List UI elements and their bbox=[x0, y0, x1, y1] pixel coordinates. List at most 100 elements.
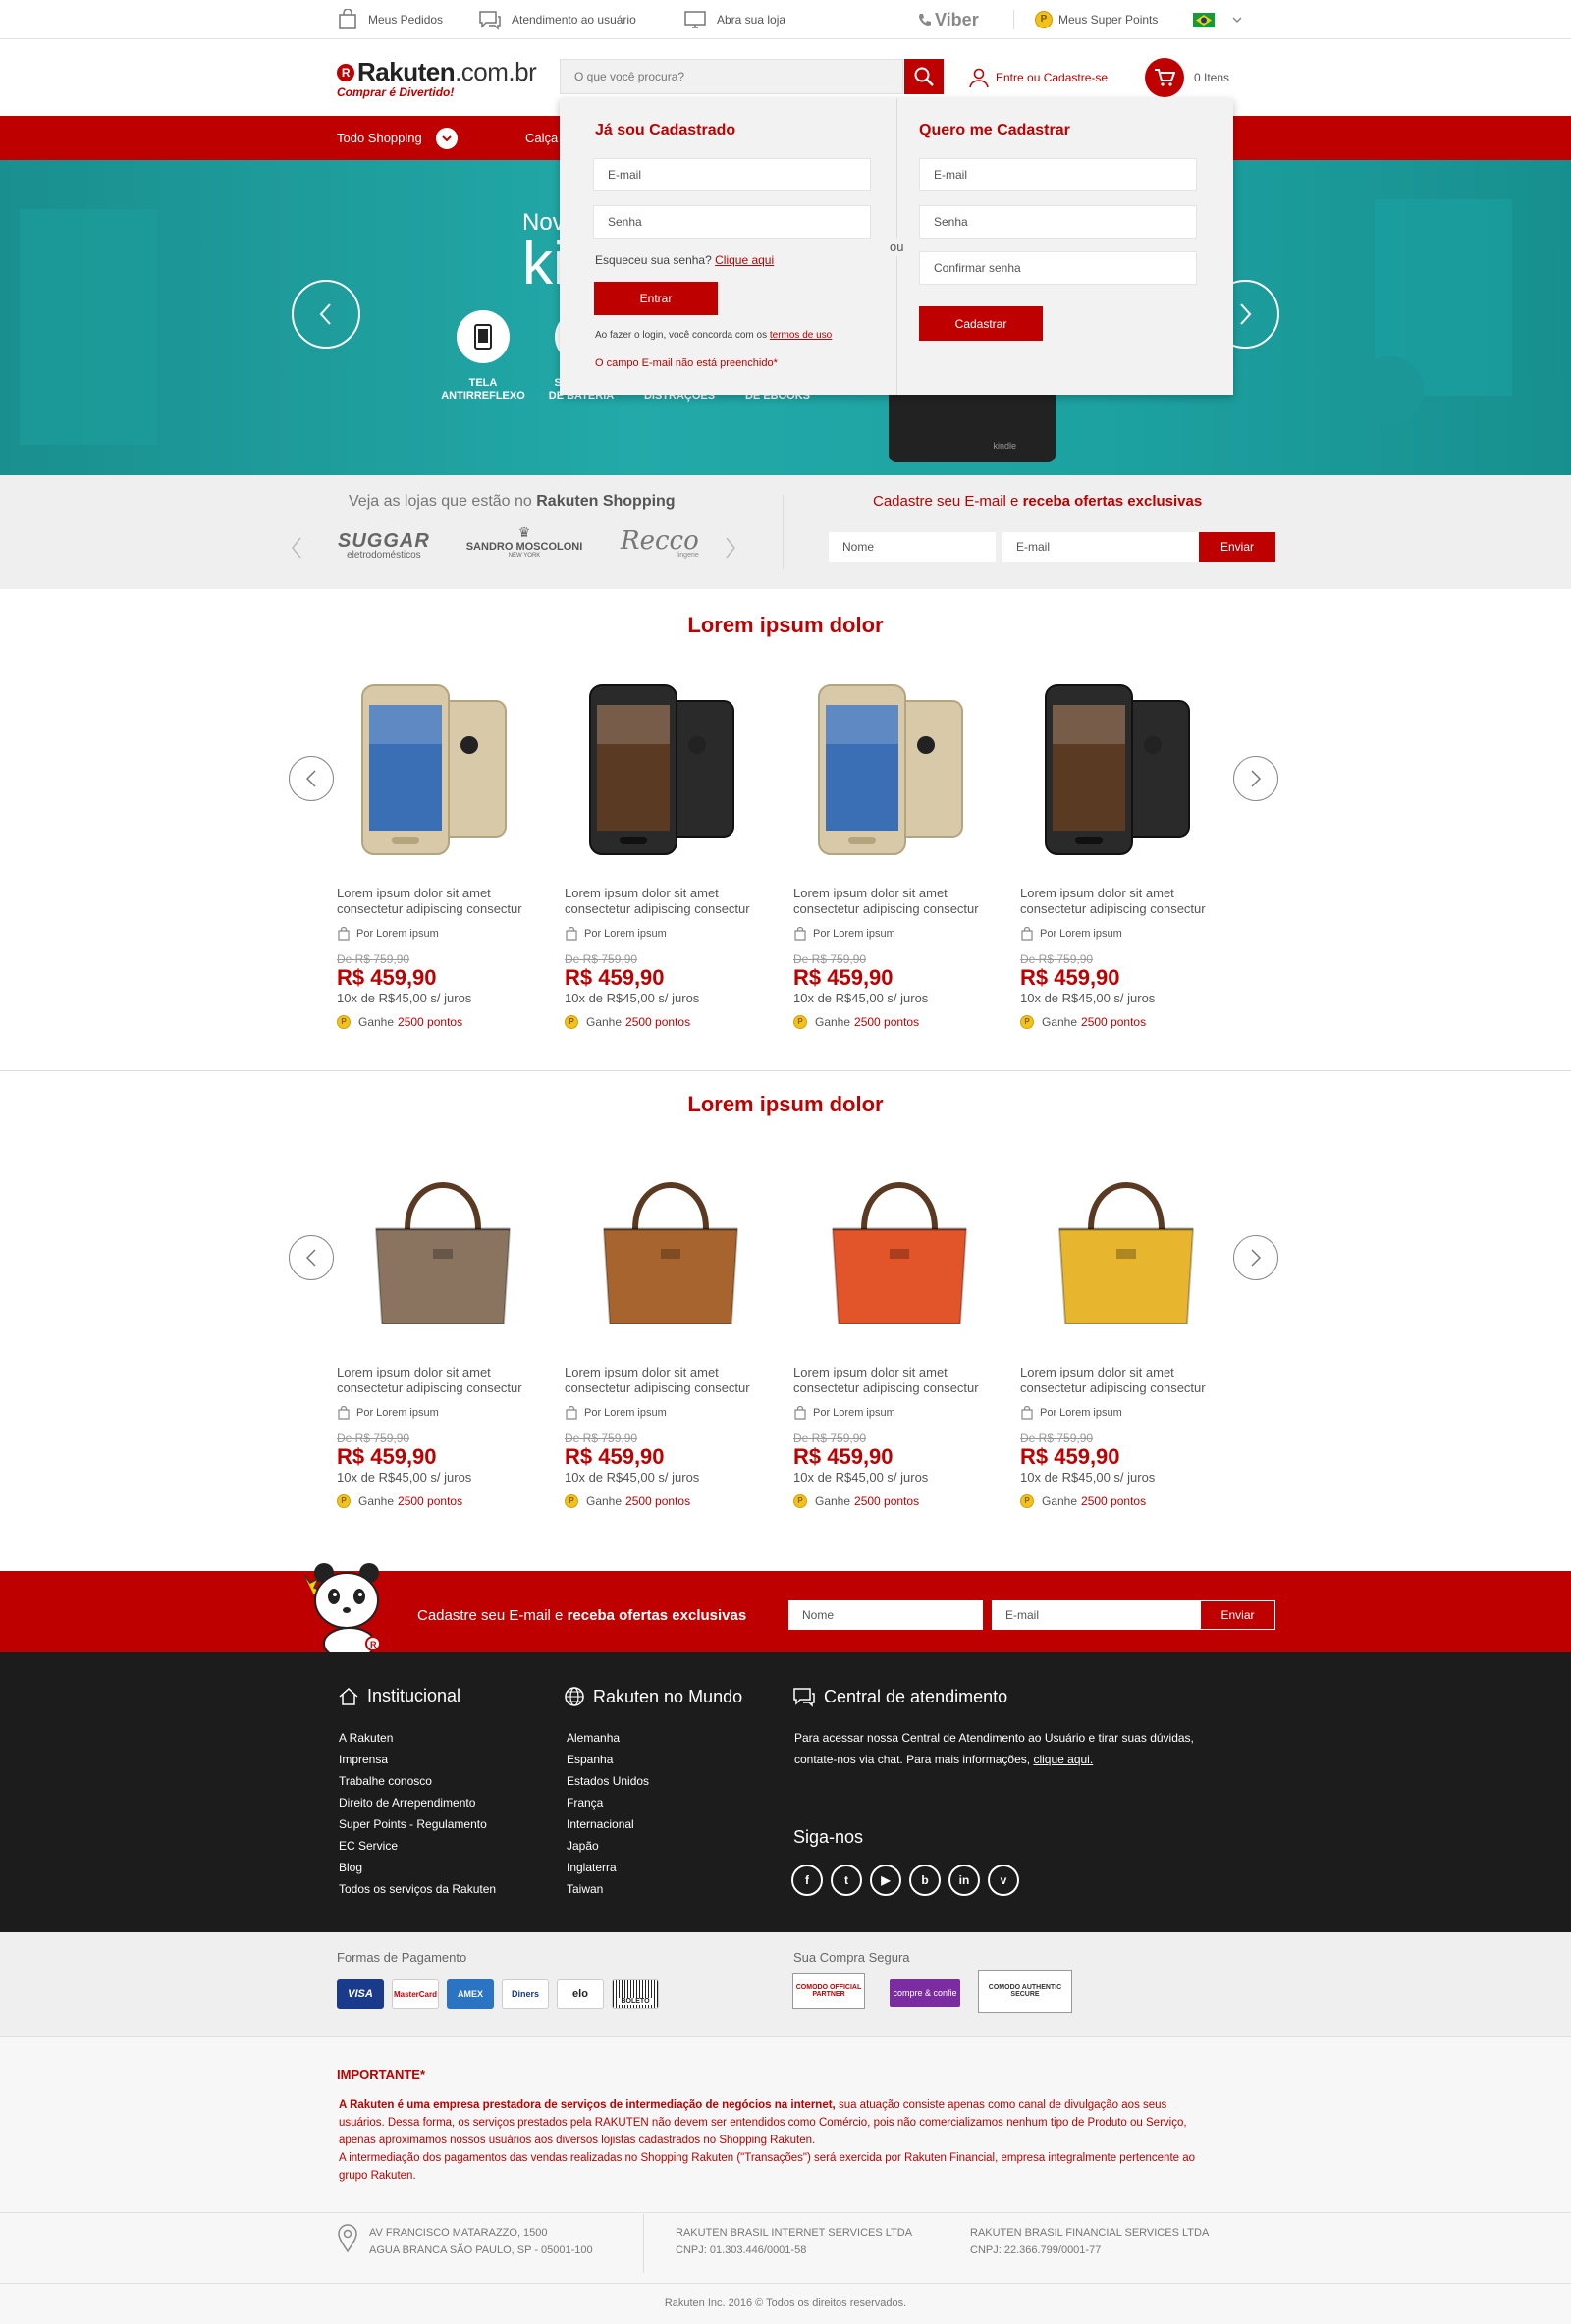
hero-prev-button[interactable] bbox=[292, 280, 360, 349]
footer-institutional-link[interactable]: Trabalhe conosco bbox=[339, 1770, 496, 1792]
login-submit-button[interactable]: Entrar bbox=[594, 282, 718, 315]
product-name-line2[interactable]: consectetur adipiscing consectur bbox=[793, 901, 1005, 917]
brazil-flag-icon bbox=[1193, 12, 1215, 27]
product-name-line2[interactable]: consectetur adipiscing consectur bbox=[565, 901, 777, 917]
product-name-line1[interactable]: Lorem ipsum dolor sit amet bbox=[1020, 1365, 1232, 1380]
comodo-secure-seal[interactable]: COMODO AUTHENTIC SECURE bbox=[978, 1970, 1072, 2013]
product-name-line1[interactable]: Lorem ipsum dolor sit amet bbox=[337, 886, 549, 901]
terms-link[interactable]: termos de uso bbox=[770, 330, 832, 341]
footer-institutional-link[interactable]: Blog bbox=[339, 1857, 496, 1878]
footer-institutional-link[interactable]: EC Service bbox=[339, 1835, 496, 1857]
comodo-partner-seal[interactable]: COMODO OFFICIAL PARTNER bbox=[792, 1973, 865, 2009]
product-card[interactable]: Lorem ipsum dolor sit amet consectetur a… bbox=[337, 672, 549, 1029]
footer-world-link[interactable]: Estados Unidos bbox=[567, 1770, 649, 1792]
product-image[interactable] bbox=[337, 1151, 549, 1347]
section-next-button[interactable] bbox=[1233, 756, 1278, 801]
forgot-password-link[interactable]: Clique aqui bbox=[715, 253, 774, 267]
nav-item-all-shopping[interactable]: Todo Shopping bbox=[337, 116, 458, 160]
product-name-line2[interactable]: consectetur adipiscing consectur bbox=[337, 1380, 549, 1396]
open-store-link[interactable]: Abra sua loja bbox=[683, 0, 786, 39]
product-image[interactable] bbox=[565, 672, 777, 868]
product-card[interactable]: Lorem ipsum dolor sit amet consectetur a… bbox=[793, 672, 1005, 1029]
footer-institutional-link[interactable]: Imprensa bbox=[339, 1749, 496, 1770]
youtube-icon[interactable]: ▶ bbox=[870, 1865, 901, 1896]
site-logo[interactable]: R Rakuten .com.br Comprar é Divertido! bbox=[337, 57, 537, 99]
footer-institutional-link[interactable]: Direito de Arrependimento bbox=[339, 1792, 496, 1813]
viber-icon[interactable]: v bbox=[988, 1865, 1019, 1896]
login-email-field[interactable]: E-mail bbox=[593, 158, 871, 191]
newsletter-email-field[interactable]: E-mail bbox=[1002, 532, 1199, 562]
store-logo-sandro[interactable]: ♛ SANDRO MOSCOLONI NEW YORK bbox=[456, 524, 593, 559]
super-points-link[interactable]: P Meus Super Points bbox=[1035, 0, 1158, 39]
product-name-line1[interactable]: Lorem ipsum dolor sit amet bbox=[337, 1365, 549, 1380]
login-register-link[interactable]: Entre ou Cadastre-se bbox=[968, 63, 1108, 92]
product-image[interactable] bbox=[337, 672, 549, 868]
product-image[interactable] bbox=[793, 672, 1005, 868]
nav-item-calca[interactable]: Calça bbox=[525, 116, 558, 160]
cart-button[interactable]: 0 Itens bbox=[1145, 58, 1229, 97]
product-name-line1[interactable]: Lorem ipsum dolor sit amet bbox=[793, 1365, 1005, 1380]
linkedin-icon[interactable]: in bbox=[948, 1865, 980, 1896]
product-card[interactable]: Lorem ipsum dolor sit amet consectetur a… bbox=[1020, 1151, 1232, 1508]
product-card[interactable]: Lorem ipsum dolor sit amet consectetur a… bbox=[337, 1151, 549, 1508]
search-input[interactable]: O que você procura? bbox=[560, 59, 903, 94]
chevron-left-icon[interactable] bbox=[291, 536, 302, 560]
monitor-icon bbox=[684, 11, 706, 28]
section-prev-button[interactable] bbox=[289, 1235, 334, 1280]
chevron-right-icon[interactable] bbox=[725, 536, 736, 560]
product-image[interactable] bbox=[1020, 1151, 1232, 1347]
register-confirm-password-field[interactable]: Confirmar senha bbox=[919, 251, 1197, 285]
product-name-line1[interactable]: Lorem ipsum dolor sit amet bbox=[793, 886, 1005, 901]
product-image[interactable] bbox=[1020, 672, 1232, 868]
footer-institutional-link[interactable]: Super Points - Regulamento bbox=[339, 1813, 496, 1835]
register-submit-button[interactable]: Cadastrar bbox=[919, 306, 1043, 341]
login-password-field[interactable]: Senha bbox=[593, 205, 871, 239]
compre-confie-seal[interactable]: compre & confie bbox=[890, 1979, 960, 2007]
product-name-line2[interactable]: consectetur adipiscing consectur bbox=[337, 901, 549, 917]
store-logo-suggar[interactable]: SUGGAR eletrodomésticos bbox=[338, 531, 430, 561]
product-card[interactable]: Lorem ipsum dolor sit amet consectetur a… bbox=[565, 1151, 777, 1508]
product-name-line2[interactable]: consectetur adipiscing consectur bbox=[1020, 901, 1232, 917]
product-name-line1[interactable]: Lorem ipsum dolor sit amet bbox=[1020, 886, 1232, 901]
viber-link[interactable]: Viber bbox=[917, 0, 979, 39]
product-name-line1[interactable]: Lorem ipsum dolor sit amet bbox=[565, 886, 777, 901]
footer-world-link[interactable]: França bbox=[567, 1792, 649, 1813]
product-name-line1[interactable]: Lorem ipsum dolor sit amet bbox=[565, 1365, 777, 1380]
store-logo-recco[interactable]: Recco lingerie bbox=[621, 526, 699, 559]
my-orders-link[interactable]: Meus Pedidos bbox=[337, 0, 443, 39]
section-prev-button[interactable] bbox=[289, 756, 334, 801]
twitter-icon[interactable]: t bbox=[831, 1865, 862, 1896]
blogger-icon[interactable]: b bbox=[909, 1865, 941, 1896]
footer-institutional-link[interactable]: A Rakuten bbox=[339, 1727, 496, 1749]
search-button[interactable] bbox=[904, 59, 944, 94]
product-image[interactable] bbox=[565, 1151, 777, 1347]
footer-world-link[interactable]: Inglaterra bbox=[567, 1857, 649, 1878]
language-selector[interactable] bbox=[1193, 0, 1252, 39]
footer-support-link[interactable]: clique aqui. bbox=[1033, 1753, 1093, 1766]
newsletter-name-field[interactable]: Nome bbox=[829, 532, 996, 562]
product-points-value: 2500 pontos bbox=[625, 1494, 691, 1508]
newsletter-banner-name-field[interactable]: Nome bbox=[788, 1600, 983, 1630]
footer-world-link[interactable]: Taiwan bbox=[567, 1878, 649, 1900]
section-next-button[interactable] bbox=[1233, 1235, 1278, 1280]
footer-world-link[interactable]: Japão bbox=[567, 1835, 649, 1857]
support-link[interactable]: Atendimento ao usuário bbox=[478, 0, 636, 39]
product-image[interactable] bbox=[793, 1151, 1005, 1347]
footer-world-link[interactable]: Espanha bbox=[567, 1749, 649, 1770]
product-card[interactable]: Lorem ipsum dolor sit amet consectetur a… bbox=[1020, 672, 1232, 1029]
facebook-icon[interactable]: f bbox=[791, 1865, 823, 1896]
newsletter-submit-button[interactable]: Enviar bbox=[1199, 532, 1275, 562]
company-cnpj: CNPJ: 01.303.446/0001-58 bbox=[676, 2244, 807, 2256]
product-name-line2[interactable]: consectetur adipiscing consectur bbox=[1020, 1380, 1232, 1396]
product-card[interactable]: Lorem ipsum dolor sit amet consectetur a… bbox=[793, 1151, 1005, 1508]
product-name-line2[interactable]: consectetur adipiscing consectur bbox=[793, 1380, 1005, 1396]
register-password-field[interactable]: Senha bbox=[919, 205, 1197, 239]
product-name-line2[interactable]: consectetur adipiscing consectur bbox=[565, 1380, 777, 1396]
footer-world-link[interactable]: Internacional bbox=[567, 1813, 649, 1835]
footer-world-link[interactable]: Alemanha bbox=[567, 1727, 649, 1749]
newsletter-banner-email-field[interactable]: E-mail bbox=[992, 1600, 1200, 1630]
product-card[interactable]: Lorem ipsum dolor sit amet consectetur a… bbox=[565, 672, 777, 1029]
register-email-field[interactable]: E-mail bbox=[919, 158, 1197, 191]
newsletter-banner-submit-button[interactable]: Enviar bbox=[1200, 1600, 1275, 1630]
footer-institutional-link[interactable]: Todos os serviços da Rakuten bbox=[339, 1878, 496, 1900]
